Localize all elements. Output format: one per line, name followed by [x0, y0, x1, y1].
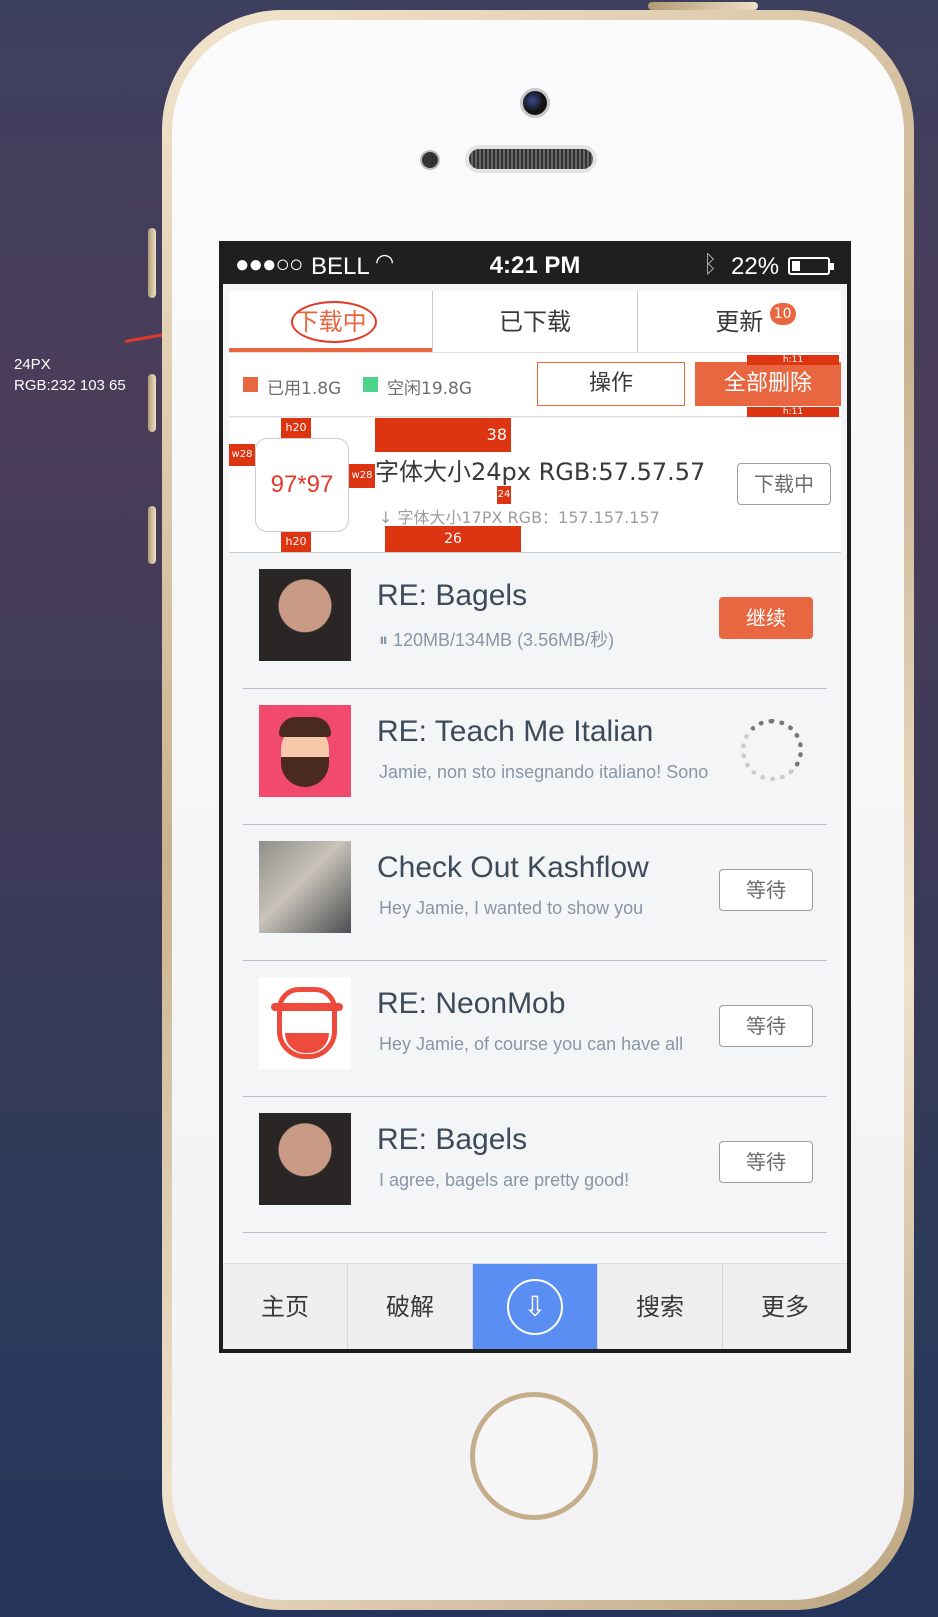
spacing-mark-w28-left: w28	[229, 444, 255, 466]
cloud-download-icon: ⇩	[507, 1278, 563, 1335]
list-item[interactable]: RE: NeonMob Hey Jamie, of course you can…	[243, 961, 827, 1097]
spacing-mark-38: 38	[375, 418, 511, 452]
annotation-label: 24PX RGB:232 103 65	[14, 354, 126, 396]
list-item[interactable]: RE: Bagels I agree, bagels are pretty go…	[243, 1097, 827, 1233]
thumbnail-placeholder: 97*97	[255, 438, 349, 532]
spacing-mark-26: 26	[385, 526, 521, 552]
avatar	[259, 705, 351, 797]
operate-button[interactable]: 操作	[537, 362, 685, 406]
storage-bar: 已用1.8G 空闲19.8G 操作 全部删除 h:11 h:11	[229, 353, 841, 417]
avatar	[259, 1113, 351, 1205]
tab-downloaded[interactable]: 已下载	[433, 291, 638, 352]
spec-title: 字体大小24px RGB:57.57.57	[375, 458, 706, 486]
wait-button[interactable]: 等待	[719, 1141, 813, 1183]
item-progress: ⏸ 120MB/134MB (3.56MB/秒)	[379, 630, 615, 650]
tab-updates-label: 更新	[715, 308, 764, 336]
tabbar-crack[interactable]: 破解	[348, 1264, 473, 1349]
download-tabs: 下载中 已下载 更新 10	[229, 291, 841, 353]
front-camera	[520, 88, 550, 118]
updates-badge: 10	[769, 303, 796, 325]
free-storage-label: 空闲19.8G	[387, 379, 473, 399]
battery-level-fill	[792, 261, 801, 271]
item-title: RE: Bagels	[377, 1123, 528, 1156]
tab-downloaded-label: 已下载	[498, 308, 571, 336]
power-button	[648, 2, 758, 10]
tabbar-home[interactable]: 主页	[223, 1264, 348, 1349]
battery-icon	[788, 257, 834, 275]
annotation-circle	[291, 301, 377, 343]
spec-row: h20 h20 w28 w28 97*97 38 字体大小24px RGB:57…	[229, 418, 841, 553]
bottom-tab-bar: 主页 破解 ⇩ 搜索 更多	[223, 1263, 847, 1349]
annotation-color: RGB:232 103 65	[14, 377, 126, 394]
item-subtitle: Jamie, non sto insegnando italiano! Sono	[379, 762, 709, 782]
status-bar: ●●●○○ BELL ◠ 4:21 PM ᛒ 22%	[223, 241, 847, 284]
item-title: RE: Teach Me Italian	[377, 715, 654, 748]
used-storage-label: 已用1.8G	[267, 379, 342, 399]
mute-switch	[148, 228, 156, 298]
phone-face: ●●●○○ BELL ◠ 4:21 PM ᛒ 22% 下载中 已下载 更新 10…	[172, 20, 904, 1600]
download-list: RE: Bagels ⏸ 120MB/134MB (3.56MB/秒) 继续 R…	[229, 553, 841, 1233]
item-subtitle: Hey Jamie, I wanted to show you	[379, 898, 644, 918]
spacing-mark-h20-bottom: h20	[281, 532, 311, 552]
tab-updates[interactable]: 更新 10	[638, 291, 841, 352]
spacing-mark-h11-top: h:11	[747, 355, 839, 365]
download-arrow-icon: ↓	[379, 508, 398, 527]
loading-spinner-icon	[741, 719, 803, 781]
item-subtitle: Hey Jamie, of course you can have all	[379, 1034, 684, 1054]
item-title: Check Out Kashflow	[377, 851, 649, 884]
spacing-mark-24: 24	[497, 486, 511, 504]
battery-percent: 22%	[731, 253, 780, 280]
spacing-mark-h20-top: h20	[281, 418, 311, 438]
volume-down-button	[148, 506, 156, 564]
spacing-mark-h11-bottom: h:11	[747, 407, 839, 417]
avatar	[259, 569, 351, 661]
item-title: RE: Bagels	[377, 579, 528, 612]
item-title: RE: NeonMob	[377, 987, 566, 1020]
spacing-mark-w28-right: w28	[349, 464, 375, 488]
spec-subtitle: ↓ 字体大小17PX RGB：157.157.157	[379, 504, 660, 528]
home-button[interactable]	[470, 1392, 598, 1520]
delete-all-button[interactable]: 全部删除	[695, 362, 841, 406]
list-item[interactable]: Check Out Kashflow Hey Jamie, I wanted t…	[243, 825, 827, 961]
downloading-button[interactable]: 下载中	[737, 463, 831, 505]
spec-subtitle-text: 字体大小17PX RGB：157.157.157	[397, 508, 660, 527]
tabbar-more[interactable]: 更多	[723, 1264, 847, 1349]
wait-button[interactable]: 等待	[719, 1005, 813, 1047]
list-item[interactable]: RE: Bagels ⏸ 120MB/134MB (3.56MB/秒) 继续	[243, 553, 827, 689]
tabbar-download[interactable]: ⇩	[473, 1264, 598, 1349]
continue-button[interactable]: 继续	[719, 597, 813, 639]
phone-frame: ●●●○○ BELL ◠ 4:21 PM ᛒ 22% 下载中 已下载 更新 10…	[148, 2, 914, 1610]
annotation-size: 24PX	[14, 356, 51, 373]
list-item[interactable]: RE: Teach Me Italian Jamie, non sto inse…	[243, 689, 827, 825]
earpiece-speaker	[465, 145, 597, 173]
screen: ●●●○○ BELL ◠ 4:21 PM ᛒ 22% 下载中 已下载 更新 10…	[219, 241, 851, 1353]
avatar	[259, 841, 351, 933]
tabbar-search[interactable]: 搜索	[598, 1264, 723, 1349]
volume-up-button	[148, 374, 156, 432]
bluetooth-icon: ᛒ	[703, 251, 718, 278]
proximity-sensor	[420, 150, 440, 170]
wait-button[interactable]: 等待	[719, 869, 813, 911]
free-legend-swatch	[363, 377, 378, 392]
used-legend-swatch	[243, 377, 258, 392]
item-subtitle: I agree, bagels are pretty good!	[379, 1170, 630, 1190]
tab-downloading[interactable]: 下载中	[229, 291, 434, 352]
avatar	[259, 977, 351, 1069]
